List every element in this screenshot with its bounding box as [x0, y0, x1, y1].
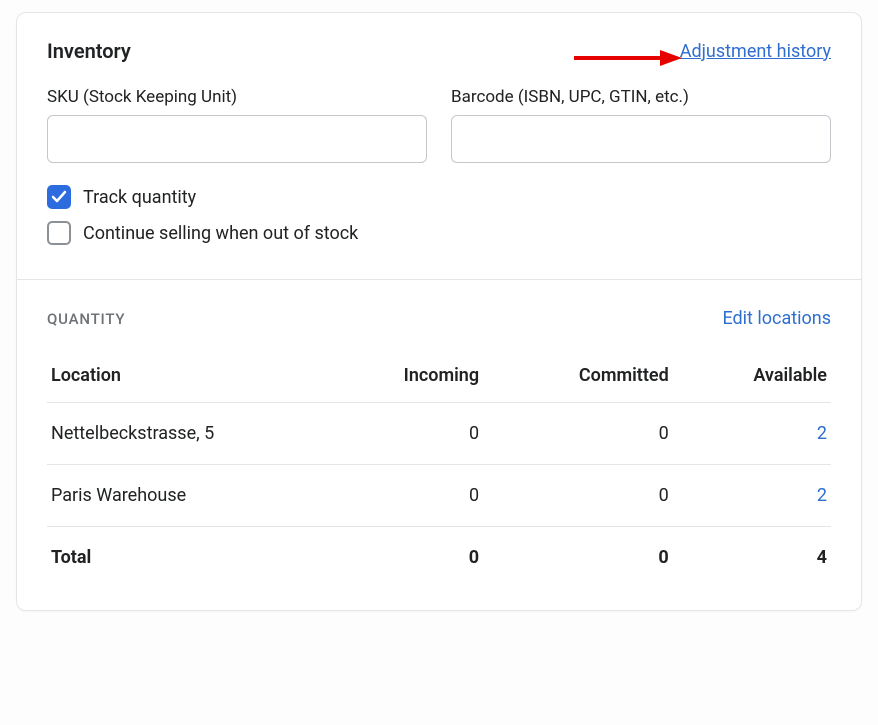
available-value-link[interactable]: 2	[817, 423, 827, 444]
continue-selling-checkbox[interactable]	[47, 221, 71, 245]
cell-location: Paris Warehouse	[47, 465, 321, 527]
table-row: Paris Warehouse 0 0 2	[47, 465, 831, 527]
check-icon	[51, 189, 67, 205]
track-quantity-checkbox[interactable]	[47, 185, 71, 209]
available-value-link[interactable]: 2	[817, 485, 827, 506]
continue-selling-label: Continue selling when out of stock	[83, 223, 358, 244]
inventory-card: Inventory Adjustment history SKU (Stock …	[16, 12, 862, 611]
col-committed: Committed	[483, 359, 673, 403]
table-row: Nettelbeckstrasse, 5 0 0 2	[47, 403, 831, 465]
cell-committed: 0	[483, 403, 673, 465]
quantity-table: Location Incoming Committed Available Ne…	[47, 359, 831, 588]
cell-committed: 0	[483, 465, 673, 527]
col-available: Available	[673, 359, 831, 403]
edit-locations-link[interactable]: Edit locations	[722, 308, 831, 329]
section-title: Inventory	[47, 39, 131, 63]
inventory-section: Inventory Adjustment history SKU (Stock …	[17, 13, 861, 279]
quantity-section: QUANTITY Edit locations Location Incomin…	[17, 279, 861, 610]
quantity-heading: QUANTITY	[47, 310, 125, 328]
cell-location: Nettelbeckstrasse, 5	[47, 403, 321, 465]
total-committed: 0	[483, 527, 673, 589]
col-incoming: Incoming	[321, 359, 483, 403]
cell-incoming: 0	[321, 403, 483, 465]
sku-label: SKU (Stock Keeping Unit)	[47, 87, 427, 107]
sku-input[interactable]	[47, 115, 427, 163]
total-available: 4	[673, 527, 831, 589]
table-total-row: Total 0 0 4	[47, 527, 831, 589]
total-incoming: 0	[321, 527, 483, 589]
cell-incoming: 0	[321, 465, 483, 527]
track-quantity-label: Track quantity	[83, 187, 196, 208]
barcode-label: Barcode (ISBN, UPC, GTIN, etc.)	[451, 87, 831, 107]
adjustment-history-link[interactable]: Adjustment history	[680, 41, 831, 62]
barcode-input[interactable]	[451, 115, 831, 163]
total-label: Total	[47, 527, 321, 589]
col-location: Location	[47, 359, 321, 403]
